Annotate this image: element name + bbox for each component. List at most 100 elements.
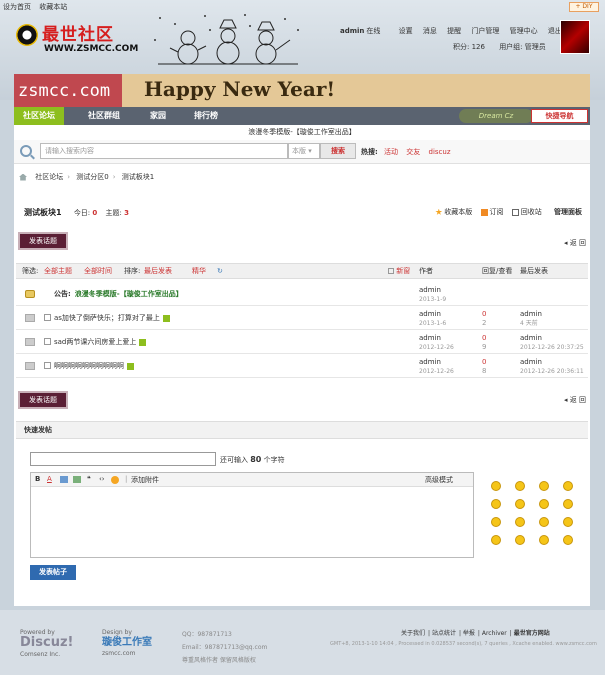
thread-checkbox[interactable] (44, 338, 51, 345)
announcement-title[interactable]: 公告: 浪漫冬季模版-【璇俊工作室出品】 (54, 289, 183, 299)
table-row[interactable]: sad两节课六间房爱上爱上 admin 2012-12-26 09 admin 20… (16, 332, 588, 354)
smiley-icon[interactable] (539, 481, 549, 491)
smiley-icon[interactable] (563, 535, 573, 545)
stats-link[interactable]: 站点统计 (432, 630, 456, 637)
smiley-icon[interactable] (491, 535, 501, 545)
attach-button[interactable]: 添加附件 (131, 475, 159, 485)
report-link[interactable]: 举报 (463, 630, 475, 637)
editor-toolbar: B A ❝ ‹› | 添加附件 高级模式 (31, 473, 473, 487)
studio-link[interactable]: 璇俊工作室 (102, 637, 152, 648)
thread-title[interactable]: sad两节课六间房爱上爱上 (54, 337, 147, 347)
submit-post-button[interactable]: 发表帖子 (30, 565, 76, 580)
bold-button[interactable]: B (35, 475, 40, 483)
user-group[interactable]: 用户组: 管理员 (499, 43, 546, 51)
nav-item-groups[interactable]: 社区群组 (76, 107, 132, 125)
new-topic-button-bottom[interactable]: 发表话题 (18, 391, 68, 409)
search-scope-select[interactable]: 本版 ▾ (288, 143, 320, 159)
subject-input[interactable] (30, 452, 216, 466)
smiley-icon[interactable] (539, 535, 549, 545)
discuz-link[interactable]: Discuz! (20, 635, 73, 650)
recycle-bin-link[interactable]: 回收站 (511, 208, 542, 216)
table-row[interactable]: as加快了倒萨快乐；打算对了最上 admin 2013-1-6 02 admin 4… (16, 308, 588, 330)
diy-button[interactable]: + DIY (569, 2, 599, 12)
admin-panel-link[interactable]: 管理面板 (554, 208, 582, 216)
smiley-icon[interactable] (539, 517, 549, 527)
filter-all-time[interactable]: 全部时间 (84, 264, 112, 278)
archiver-link[interactable]: Archiver (482, 630, 507, 637)
portal-admin-link[interactable]: 门户管理 (471, 27, 499, 35)
favorite-forum-link[interactable]: 收藏本版 (435, 208, 472, 216)
announcement-row[interactable]: 公告: 浪漫冬季模版-【璇俊工作室出品】 admin 2013-1-9 (16, 284, 588, 306)
new-topic-button[interactable]: 发表话题 (18, 232, 68, 250)
nav-item-home[interactable]: 家园 (138, 107, 178, 125)
settings-link[interactable]: 设置 (399, 27, 413, 35)
hot-search-item[interactable]: 活动 (384, 148, 398, 156)
smiley-icon[interactable] (563, 481, 573, 491)
smiley-icon[interactable] (563, 517, 573, 527)
breadcrumb-item[interactable]: 测试板块1 (122, 173, 154, 181)
back-link[interactable]: ◂ 返 回 (564, 238, 586, 248)
breadcrumb-item[interactable]: 测试分区0 (76, 173, 108, 181)
back-link-bottom[interactable]: ◂ 返 回 (564, 395, 586, 405)
filter-digest[interactable]: 精华 (192, 264, 206, 278)
thread-replies: 02 (482, 310, 487, 327)
smiley-icon[interactable] (515, 481, 525, 491)
post-editor[interactable]: B A ❝ ‹› | 添加附件 高级模式 (30, 472, 474, 558)
image-icon[interactable] (60, 476, 68, 483)
official-site-link[interactable]: 最世官方网站 (514, 630, 550, 637)
avatar[interactable] (560, 20, 590, 54)
username[interactable]: admin 在线 (340, 27, 388, 35)
user-points[interactable]: 积分: 126 (453, 43, 485, 51)
admin-center-link[interactable]: 管理中心 (510, 27, 538, 35)
site-logo[interactable]: 最世社区 WWW.ZSMCC.COM (16, 20, 138, 58)
thread-author[interactable]: admin 2012-12-26 (419, 358, 454, 376)
quick-nav-button[interactable]: 快捷导航 (531, 109, 588, 123)
new-window-checkbox[interactable]: 新窗 (388, 264, 410, 278)
logo-url: WWW.ZSMCC.COM (44, 44, 139, 54)
thread-title[interactable]: as加快了倒萨快乐；打算对了最上 (54, 313, 170, 323)
advanced-mode-link[interactable]: 高级模式 (425, 475, 453, 485)
filter-all-topics[interactable]: 全部主题 (44, 264, 72, 278)
search-button[interactable]: 搜索 (320, 143, 356, 159)
messages-link[interactable]: 消息 (423, 27, 437, 35)
thread-author[interactable]: admin 2013-1-6 (419, 310, 446, 328)
thread-author[interactable]: admin 2012-12-26 (419, 334, 454, 352)
smiley-icon[interactable] (491, 481, 501, 491)
reminders-link[interactable]: 提醒 (447, 27, 461, 35)
thread-checkbox[interactable] (44, 362, 51, 369)
smiley-icon[interactable] (491, 517, 501, 527)
rss-link[interactable]: 订阅 (480, 208, 504, 216)
smiley-icon[interactable] (539, 499, 549, 509)
hot-search-item[interactable]: discuz (429, 148, 451, 156)
smiley-icon[interactable] (515, 517, 525, 527)
thread-author[interactable]: admin 2013-1-9 (419, 286, 446, 304)
smiley-icon[interactable] (491, 499, 501, 509)
about-link[interactable]: 关于我们 (401, 630, 425, 637)
smiley-icon[interactable] (563, 499, 573, 509)
nav-decoration: Dream Cz (459, 109, 533, 123)
link-icon[interactable] (73, 476, 81, 483)
search-input[interactable]: 请输入搜索内容 (40, 143, 288, 159)
smiley-icon[interactable] (515, 535, 525, 545)
thread-checkbox[interactable] (44, 314, 51, 321)
thread-last-post[interactable]: admin 2012-12-26 20:37:25 (520, 334, 584, 352)
font-color-button[interactable]: A (47, 475, 52, 483)
table-row[interactable]: 啊啊啊啊啊啊啊啊啊啊 admin 2012-12-26 08 admin 2012-… (16, 356, 588, 378)
smiley-icon[interactable] (111, 476, 119, 484)
hot-search-item[interactable]: 交友 (406, 148, 420, 156)
nav-item-forum[interactable]: 社区论坛 (14, 107, 64, 125)
sort-select[interactable]: 最后发表 (144, 264, 172, 278)
site-notice[interactable]: 浪漫冬季模版-【璇俊工作室出品】 (14, 127, 590, 137)
smiley-icon[interactable] (515, 499, 525, 509)
refresh-icon[interactable]: ↻ (217, 264, 223, 278)
thread-last-post[interactable]: admin 4 天前 (520, 310, 542, 328)
set-home-link[interactable]: 设为首页 (3, 3, 31, 11)
thread-title[interactable]: 啊啊啊啊啊啊啊啊啊啊 (54, 361, 134, 371)
home-icon[interactable] (19, 173, 27, 181)
nav-item-ranking[interactable]: 排行榜 (184, 107, 228, 125)
thread-last-post[interactable]: admin 2012-12-26 20:36:11 (520, 358, 584, 376)
code-icon[interactable]: ‹› (99, 475, 105, 483)
quote-icon[interactable]: ❝ (87, 475, 91, 483)
bookmark-link[interactable]: 收藏本站 (39, 3, 67, 11)
breadcrumb-item[interactable]: 社区论坛 (35, 173, 63, 181)
